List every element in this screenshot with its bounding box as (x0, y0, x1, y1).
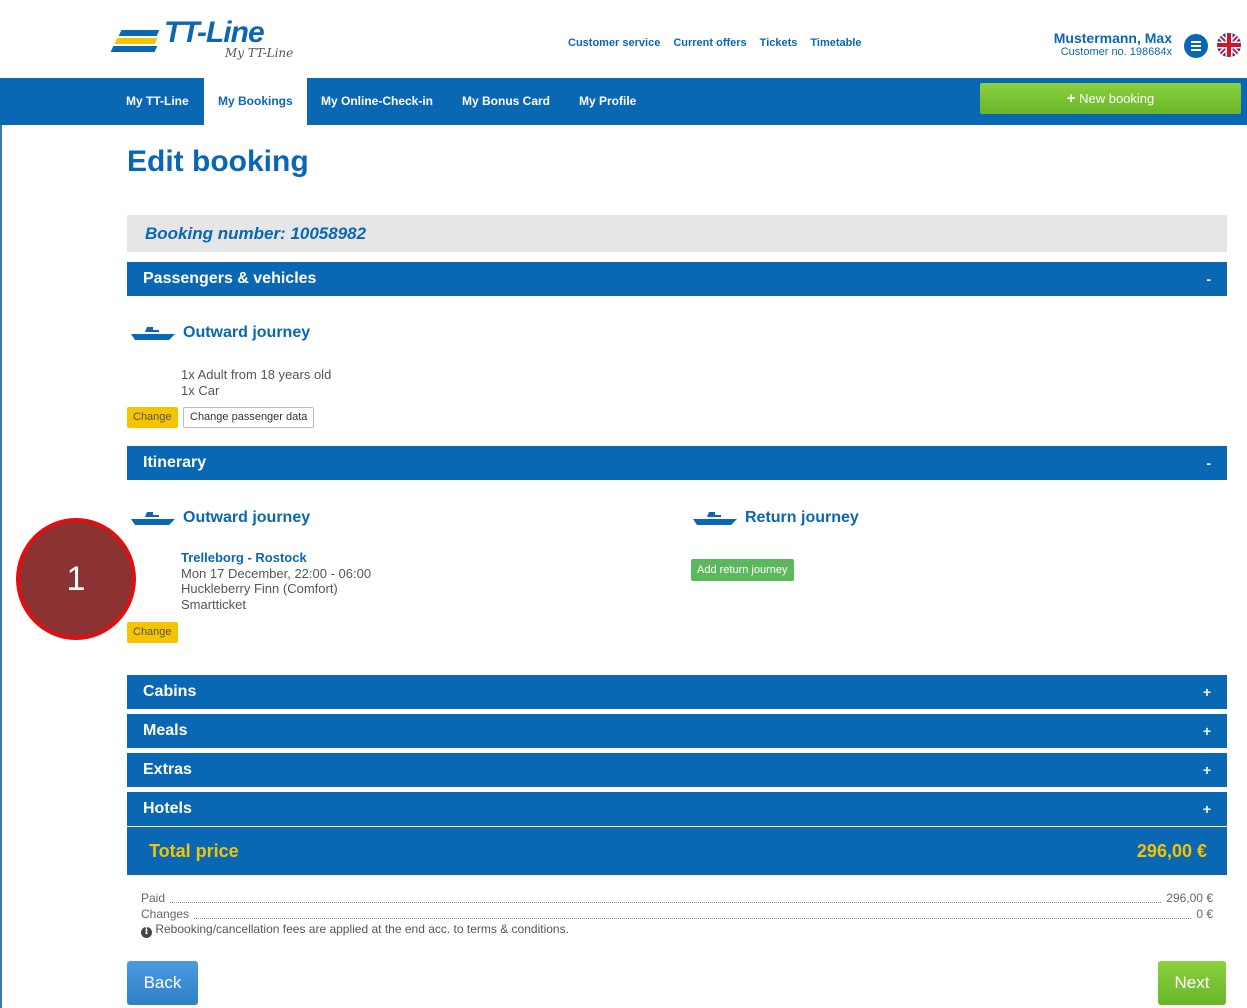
section-meals[interactable]: Meals + (127, 714, 1227, 748)
section-itinerary[interactable]: Itinerary - (127, 446, 1227, 480)
plus-icon: + (1066, 90, 1076, 107)
link-timetable[interactable]: Timetable (810, 37, 861, 49)
booking-number: Booking number: 10058982 (127, 215, 1227, 252)
section-hotels[interactable]: Hotels + (127, 792, 1227, 826)
add-return-journey-button[interactable]: Add return journey (691, 559, 794, 581)
changes-value: 0 € (1192, 907, 1213, 921)
user-info[interactable]: Mustermann, Max Customer no. 198684x (1054, 30, 1172, 58)
passengers-outward-heading: Outward journey (131, 324, 310, 342)
change-passenger-data-button[interactable]: Change passenger data (183, 407, 315, 428)
paid-label: Paid (141, 891, 170, 905)
return-journey-title: Return journey (745, 509, 859, 526)
info-icon: i (141, 927, 152, 938)
collapse-icon[interactable]: - (1206, 262, 1211, 296)
logo-brand: TT-Line (164, 16, 265, 49)
section-extras[interactable]: Extras + (127, 753, 1227, 787)
customer-number: Customer no. 198684x (1060, 46, 1172, 58)
outward-details: Trelleborg - Rostock Mon 17 December, 22… (181, 550, 371, 612)
section-title: Meals (143, 722, 188, 739)
paid-row: Paid 296,00 € (141, 891, 1213, 906)
passenger-item: 1x Adult from 18 years old (181, 367, 332, 382)
ship-icon (131, 512, 175, 525)
top-links: Customer service Current offers Tickets … (568, 37, 862, 49)
tab-my-bookings[interactable]: My Bookings (204, 78, 307, 125)
passenger-list: 1x Adult from 18 years old 1x Car (181, 367, 331, 398)
expand-icon[interactable]: + (1203, 753, 1211, 787)
section-title: Itinerary (143, 454, 207, 471)
link-customer-service[interactable]: Customer service (568, 37, 660, 49)
section-passengers-vehicles[interactable]: Passengers & vehicles - (127, 262, 1227, 296)
paid-value: 296,00 € (1162, 891, 1213, 905)
section-title: Passengers & vehicles (143, 270, 317, 287)
total-price-label: Total price (149, 841, 239, 861)
tab-my-online-check-in[interactable]: My Online-Check-in (307, 78, 447, 125)
section-title: Cabins (143, 683, 197, 700)
outward-journey-title: Outward journey (183, 509, 311, 526)
vehicle-item: 1x Car (181, 382, 220, 398)
link-tickets[interactable]: Tickets (760, 37, 798, 49)
ship-icon (693, 512, 737, 525)
tt-line-logo[interactable]: TT-Line My TT-Line (110, 14, 320, 66)
expand-icon[interactable]: + (1203, 714, 1211, 748)
next-button[interactable]: Next (1158, 961, 1226, 1005)
logo-stripe (114, 38, 158, 44)
new-booking-label: New booking (1079, 91, 1155, 106)
tab-my-profile[interactable]: My Profile (565, 78, 650, 125)
itinerary-outward-heading: Outward journey (131, 509, 310, 527)
collapse-icon[interactable]: - (1206, 446, 1211, 480)
ship-icon (131, 327, 175, 340)
outward-journey-title: Outward journey (183, 324, 311, 341)
expand-icon[interactable]: + (1203, 675, 1211, 709)
new-booking-button[interactable]: + New booking (980, 83, 1241, 114)
menu-icon[interactable] (1184, 34, 1208, 58)
change-itinerary-button[interactable]: Change (127, 622, 178, 643)
logo-subtitle: My TT-Line (225, 46, 294, 60)
user-name: Mustermann, Max (1053, 30, 1172, 46)
fees-note: i Rebooking/cancellation fees are applie… (141, 922, 569, 938)
changes-label: Changes (141, 907, 194, 921)
departure-datetime: Mon 17 December, 22:00 - 06:00 (181, 565, 372, 581)
back-button[interactable]: Back (127, 961, 198, 1005)
page-title: Edit booking (127, 145, 309, 178)
total-price-bar: Total price 296,00 € (127, 827, 1227, 875)
logo-stripe (118, 30, 160, 36)
step-callout: 1 (16, 518, 136, 640)
total-price-amount: 296,00 € (1136, 841, 1207, 861)
section-title: Hotels (143, 800, 192, 817)
logo-stripe (110, 46, 158, 52)
tab-my-tt-line[interactable]: My TT-Line (112, 78, 203, 125)
ticket-type: Smartticket (181, 596, 247, 612)
changes-row: Changes 0 € (141, 907, 1213, 922)
section-cabins[interactable]: Cabins + (127, 675, 1227, 709)
link-current-offers[interactable]: Current offers (673, 37, 746, 49)
main-nav: My TT-Line My Bookings My Online-Check-i… (0, 78, 1247, 125)
change-passengers-button[interactable]: Change (127, 407, 178, 428)
return-journey-heading: Return journey (693, 509, 859, 527)
route: Trelleborg - Rostock (181, 550, 307, 565)
tab-my-bonus-card[interactable]: My Bonus Card (448, 78, 564, 125)
section-title: Extras (143, 761, 192, 778)
fees-note-text: Rebooking/cancellation fees are applied … (155, 922, 569, 936)
expand-icon[interactable]: + (1203, 792, 1211, 826)
uk-flag-icon[interactable] (1217, 33, 1241, 57)
header: TT-Line My TT-Line Customer service Curr… (0, 0, 1247, 78)
ship-name: Huckleberry Finn (Comfort) (181, 581, 338, 596)
